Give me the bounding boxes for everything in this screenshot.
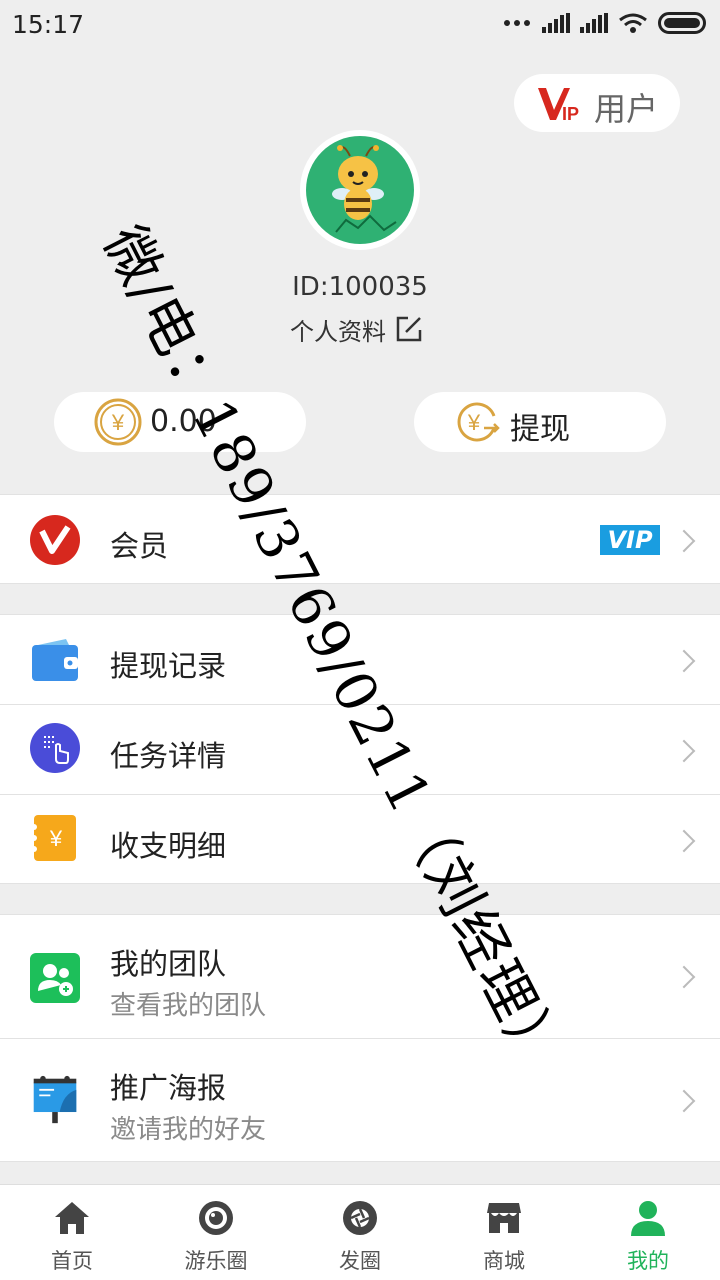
bill-icon: ¥ <box>31 815 76 861</box>
svg-text:¥: ¥ <box>467 410 481 435</box>
tab-mine[interactable]: 我的 <box>576 1185 720 1280</box>
profile-link-label: 个人资料 <box>290 317 386 346</box>
chevron-right-icon <box>672 829 696 853</box>
tab-circle[interactable]: 游乐圈 <box>144 1185 288 1280</box>
bee-mascot-icon <box>332 145 397 233</box>
wifi-icon <box>619 13 647 33</box>
chevron-right-icon <box>672 965 696 989</box>
member-row[interactable]: 会员 VIP <box>0 494 720 584</box>
status-bar: 15:17 <box>0 0 720 52</box>
vip-user-label: 用户 <box>594 90 659 128</box>
income-details-row[interactable]: ¥ 收支明细 <box>0 794 720 884</box>
profile-header: IP 用户 ID:100035 个人资料 ¥ 0.00 ¥ 提现 <box>0 0 720 492</box>
home-icon <box>55 1202 89 1234</box>
my-team-sub: 查看我的团队 <box>110 991 267 1021</box>
wallet-icon <box>32 639 78 681</box>
chevron-right-icon <box>672 649 696 673</box>
edit-icon <box>396 316 422 342</box>
status-time: 15:17 <box>12 10 85 39</box>
task-details-row[interactable]: 任务详情 <box>0 704 720 794</box>
signal-icon <box>542 13 570 33</box>
tab-post[interactable]: 发圈 <box>288 1185 432 1280</box>
tab-mine-label: 我的 <box>627 1249 669 1273</box>
tap-hand-icon <box>30 723 80 773</box>
edit-profile-link[interactable]: 个人资料 <box>290 312 424 346</box>
member-label: 会员 <box>110 529 169 563</box>
more-dots-icon <box>504 20 530 26</box>
user-icon <box>631 1201 665 1236</box>
chevron-right-icon <box>672 739 696 763</box>
coin-icon: ¥ <box>94 398 142 446</box>
chevron-right-icon <box>672 1089 696 1113</box>
withdraw-label: 提现 <box>510 412 570 447</box>
poster-row[interactable]: 推广海报 邀请我的好友 <box>0 1038 720 1162</box>
signal-2-icon <box>580 13 608 33</box>
vip-badge: VIP <box>600 525 660 555</box>
status-icons <box>504 12 706 34</box>
poster-sub: 邀请我的好友 <box>110 1115 267 1145</box>
user-id: ID:100035 <box>292 272 428 302</box>
tab-post-label: 发圈 <box>339 1249 381 1273</box>
income-details-label: 收支明细 <box>110 829 227 863</box>
withdraw-coin-icon: ¥ <box>457 402 500 442</box>
svg-text:IP: IP <box>562 104 579 124</box>
tab-mall-label: 商城 <box>483 1249 525 1273</box>
poster-label: 推广海报 <box>110 1071 227 1105</box>
tab-circle-label: 游乐圈 <box>184 1249 248 1273</box>
vip-user-button[interactable]: IP 用户 <box>514 74 680 132</box>
svg-text:¥: ¥ <box>111 410 125 435</box>
withdraw-button[interactable]: ¥ 提现 <box>414 392 666 452</box>
tab-mall[interactable]: 商城 <box>432 1185 576 1280</box>
task-details-label: 任务详情 <box>110 739 227 773</box>
balance-pill[interactable]: ¥ 0.00 <box>54 392 306 452</box>
store-icon <box>487 1203 521 1233</box>
chevron-right-icon <box>672 529 696 553</box>
vip-logo-icon: IP <box>538 88 579 124</box>
team-icon <box>30 953 80 1003</box>
balance-amount: 0.00 <box>150 404 217 439</box>
my-team-label: 我的团队 <box>110 947 227 981</box>
tab-home-label: 首页 <box>51 1249 93 1273</box>
my-team-row[interactable]: 我的团队 查看我的团队 <box>0 914 720 1038</box>
bottom-tab-bar: 首页 游乐圈 发圈 商城 我的 <box>0 1184 720 1280</box>
tab-home[interactable]: 首页 <box>0 1185 144 1280</box>
battery-icon <box>658 12 706 34</box>
avatar[interactable] <box>300 130 420 250</box>
withdraw-records-row[interactable]: 提现记录 <box>0 614 720 704</box>
withdraw-records-label: 提现记录 <box>110 649 227 683</box>
circle-camera-icon <box>199 1201 233 1235</box>
vip-v-icon <box>30 515 80 565</box>
aperture-icon <box>343 1201 377 1235</box>
billboard-icon <box>33 1075 77 1124</box>
svg-text:¥: ¥ <box>49 826 63 851</box>
